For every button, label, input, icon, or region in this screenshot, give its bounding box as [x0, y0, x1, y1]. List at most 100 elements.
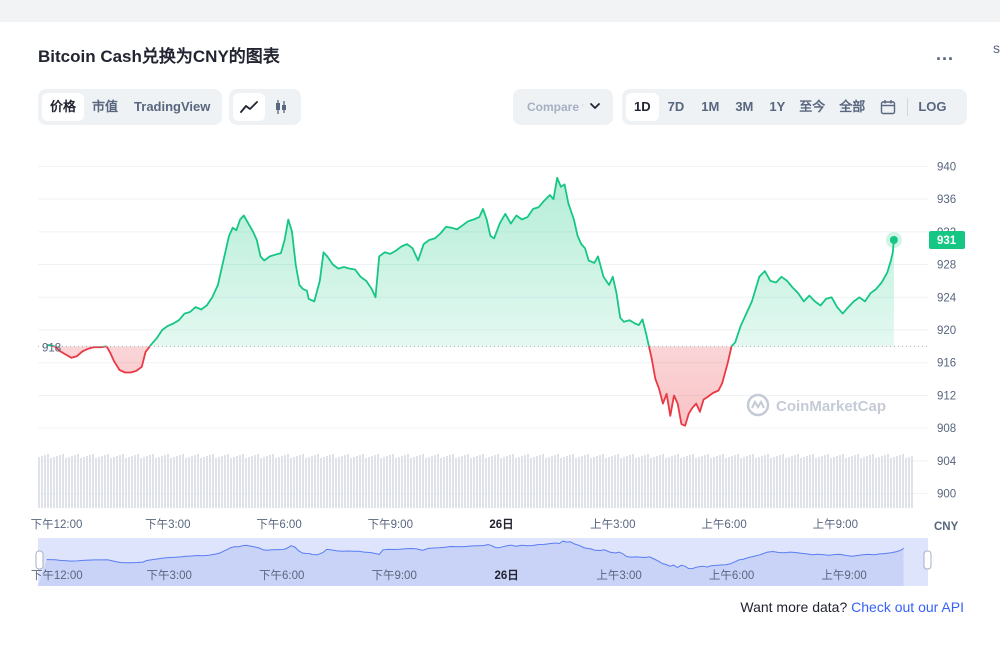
- volume-bar: [611, 456, 613, 508]
- volume-bar: [371, 456, 373, 508]
- volume-bar: [314, 455, 316, 508]
- volume-bar: [818, 457, 820, 508]
- area-above-baseline: [46, 177, 894, 347]
- volume-bar: [755, 458, 757, 508]
- volume-bar: [722, 454, 724, 508]
- volume-bar: [71, 456, 73, 508]
- volume-bar: [296, 456, 298, 508]
- volume-bar: [728, 457, 730, 508]
- volume-bar: [884, 455, 886, 508]
- volume-bar: [110, 458, 112, 508]
- volume-bar: [44, 455, 46, 508]
- volume-bar: [749, 455, 751, 508]
- volume-bar: [527, 454, 529, 508]
- range-navigator[interactable]: 下午12:00 下午3:00 下午6:00 下午9:00 26日 上午3:00 上午6:00…: [31, 538, 932, 586]
- volume-bar: [326, 456, 328, 508]
- navigator-tick-label: 下午3:00: [147, 569, 192, 582]
- volume-bar: [455, 458, 457, 508]
- current-price-label: 931: [937, 235, 957, 247]
- api-promo: Want more data? Check out our API: [740, 599, 964, 615]
- volume-bar: [152, 454, 154, 508]
- volume-bar: [668, 457, 670, 508]
- volume-bar: [632, 454, 634, 508]
- volume-bar: [164, 455, 166, 508]
- volume-bar: [149, 455, 151, 508]
- price-area: [46, 177, 894, 426]
- volume-bar: [107, 454, 109, 508]
- x-tick-label: 上午6:00: [701, 518, 746, 531]
- volume-bar: [776, 456, 778, 508]
- volume-bar: [257, 454, 259, 508]
- volume-bar: [245, 458, 247, 508]
- volume-bar: [851, 456, 853, 508]
- volume-bar: [233, 457, 235, 508]
- volume-bar: [737, 454, 739, 508]
- volume-bar: [707, 454, 709, 508]
- volume-bar: [461, 456, 463, 508]
- volume-bar: [752, 454, 754, 508]
- volume-bar: [434, 455, 436, 508]
- navigator-right-handle[interactable]: [923, 550, 932, 570]
- volume-bar: [311, 456, 313, 508]
- volume-bar: [623, 457, 625, 508]
- volume-bar: [662, 454, 664, 508]
- volume-bar: [569, 455, 571, 508]
- navigator-left-handle[interactable]: [35, 550, 44, 570]
- volume-bar: [167, 454, 169, 508]
- volume-bar: [539, 455, 541, 508]
- volume-bar: [557, 454, 559, 508]
- volume-bar: [491, 456, 493, 508]
- volume-bar: [485, 458, 487, 508]
- volume-bar: [440, 458, 442, 508]
- volume-bar: [641, 456, 643, 508]
- volume-bar: [476, 456, 478, 508]
- volume-bar: [698, 457, 700, 508]
- volume-bar: [392, 454, 394, 508]
- volume-bar: [602, 454, 604, 508]
- volume-bar: [821, 456, 823, 508]
- volume-bar: [860, 458, 862, 508]
- volume-bar: [512, 454, 514, 508]
- volume-bar: [176, 456, 178, 508]
- volume-bar: [137, 454, 139, 508]
- volume-bar: [497, 454, 499, 508]
- volume-bar: [362, 454, 364, 508]
- volume-bar: [251, 456, 253, 508]
- volume-bar: [119, 455, 121, 508]
- volume-bar: [398, 457, 400, 508]
- volume-bar: [218, 457, 220, 508]
- volume-bar: [677, 454, 679, 508]
- volume-bar: [407, 454, 409, 508]
- volume-bar: [53, 457, 55, 508]
- volume-bar: [284, 455, 286, 508]
- volume-bar: [635, 458, 637, 508]
- volume-bar: [98, 457, 100, 508]
- volume-bar: [659, 455, 661, 508]
- volume-bar: [197, 454, 199, 508]
- volume-bar: [521, 456, 523, 508]
- volume-bar: [281, 456, 283, 508]
- volume-bar: [875, 458, 877, 508]
- volume-bar: [599, 455, 601, 508]
- volume-bar: [338, 457, 340, 508]
- volume-bar: [275, 458, 277, 508]
- volume-bar: [812, 454, 814, 508]
- volume-bar: [344, 455, 346, 508]
- volume-bar: [665, 458, 667, 508]
- volume-bar: [422, 454, 424, 508]
- volume-bar: [47, 454, 49, 508]
- volume-bar: [773, 457, 775, 508]
- volume-bar: [782, 454, 784, 508]
- volume-bar: [827, 454, 829, 508]
- volume-bar: [638, 457, 640, 508]
- volume-bar: [386, 456, 388, 508]
- volume-bar: [806, 456, 808, 508]
- volume-bar: [203, 457, 205, 508]
- volume-bar: [767, 454, 769, 508]
- volume-bar: [695, 458, 697, 508]
- volume-bar: [833, 457, 835, 508]
- volume-bar: [596, 456, 598, 508]
- volume-bar: [191, 456, 193, 508]
- api-link[interactable]: Check out our API: [851, 599, 964, 615]
- volume-bar: [890, 458, 892, 508]
